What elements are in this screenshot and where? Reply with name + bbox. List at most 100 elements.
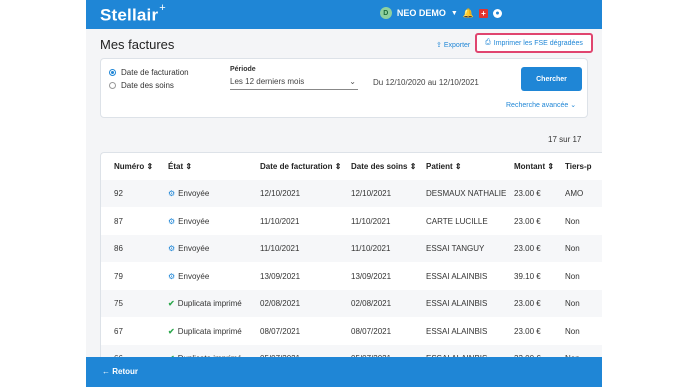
invoices-table: Numéro ⇕ État ⇕ Date de facturation ⇕ Da…: [100, 152, 602, 367]
app-window: Stellair+ D NEO DEMO ▼ 🔔 + ● Mes facture…: [86, 0, 602, 387]
medical-cross-icon[interactable]: +: [479, 8, 488, 18]
cell-care-date: 02/08/2021: [351, 299, 392, 308]
table-row[interactable]: 87 ⚙ Envoyée 11/10/2021 11/10/2021 CARTE LUCI…: [101, 208, 602, 235]
gears-icon: ⚙: [168, 271, 176, 281]
radio-button[interactable]: [109, 82, 116, 89]
cell-billing-date: 11/10/2021: [260, 216, 300, 226]
cell-patient: ESSAI ALAINBIS: [426, 326, 488, 336]
cell-third-party: Non: [565, 326, 580, 336]
date-range: Du 12/10/2020 au 12/10/2021: [373, 78, 479, 87]
advanced-search-label: Recherche avancée: [506, 102, 569, 109]
bottom-bar: ← Retour: [86, 357, 602, 387]
column-header-third-party[interactable]: Tiers-p: [565, 162, 592, 171]
period-select[interactable]: Les 12 derniers mois ⌄: [230, 77, 358, 90]
cell-billing-date: 02/08/2021: [260, 299, 301, 308]
cell-number: 92: [114, 189, 123, 198]
results-count: 17 sur 17: [548, 135, 582, 144]
table-header-row: Numéro ⇕ État ⇕ Date de facturation ⇕ Da…: [101, 153, 602, 180]
user-icon[interactable]: ●: [493, 8, 502, 18]
cell-amount: 23.00 €: [514, 189, 541, 198]
cell-patient: CARTE LUCILLE: [426, 216, 488, 226]
cell-third-party: Non: [565, 299, 580, 308]
bell-icon[interactable]: 🔔: [463, 8, 474, 19]
cell-billing-date: 12/10/2021: [260, 189, 301, 198]
cell-billing-date: 13/09/2021: [260, 271, 301, 281]
cell-status: ✔Duplicata imprimé: [168, 327, 242, 336]
arrow-left-icon: ←: [102, 367, 113, 376]
cell-number: 86: [114, 244, 123, 253]
chevron-down-icon: ⌄: [349, 77, 356, 86]
advanced-search-link[interactable]: Recherche avancée ⌄: [506, 101, 576, 109]
cell-third-party: AMO: [565, 189, 584, 198]
cell-billing-date: 11/10/2021: [260, 244, 300, 253]
cell-care-date: 12/10/2021: [351, 189, 392, 198]
cell-third-party: Non: [565, 244, 580, 253]
brand-name: Stellair: [100, 5, 159, 25]
gears-icon: ⚙: [168, 244, 176, 253]
cell-care-date: 08/07/2021: [351, 326, 392, 336]
period-value: Les 12 derniers mois: [230, 77, 305, 86]
cell-status: ⚙ Envoyée: [168, 244, 209, 253]
cell-status: ⚙ Envoyée: [168, 189, 209, 198]
status-label: Envoyée: [178, 271, 210, 281]
column-header-billing-date[interactable]: Date de facturation ⇕: [260, 162, 341, 171]
cell-number: 75: [114, 299, 123, 308]
period-label: Période: [230, 66, 256, 73]
cell-care-date: 13/09/2021: [351, 271, 392, 281]
page-title: Mes factures: [100, 37, 175, 52]
radio-billing-date[interactable]: Date de facturation: [109, 68, 189, 77]
cell-status: ✔Duplicata imprimé: [168, 299, 242, 308]
print-degraded-fse-button[interactable]: ⎙ Imprimer les FSE dégradées: [475, 33, 593, 53]
radio-care-date[interactable]: Date des soins: [109, 81, 174, 90]
chevron-down-icon: ⌄: [568, 102, 577, 109]
cell-amount: 39.10 €: [514, 271, 541, 281]
column-header-status[interactable]: État ⇕: [168, 162, 192, 171]
cell-status: ⚙ Envoyée: [168, 272, 209, 281]
back-button[interactable]: ← Retour: [102, 367, 138, 376]
account-area: D NEO DEMO ▼ 🔔 + ●: [379, 7, 502, 19]
cell-amount: 23.00 €: [514, 216, 541, 226]
column-header-amount[interactable]: Montant ⇕: [514, 162, 554, 171]
app-logo[interactable]: Stellair+: [100, 2, 166, 26]
cell-patient: ESSAI ALAINBIS: [426, 299, 488, 308]
status-label: Envoyée: [178, 216, 210, 226]
back-label: Retour: [112, 367, 139, 376]
table-row[interactable]: 75 ✔ Duplicata imprimé 02/08/2021 02/08/2021…: [101, 290, 602, 317]
column-header-patient[interactable]: Patient ⇕: [426, 162, 462, 171]
search-button[interactable]: Chercher: [521, 67, 582, 91]
cell-third-party: Non: [565, 216, 580, 226]
cell-amount: 23.00 €: [514, 299, 541, 308]
top-bar: Stellair+ D NEO DEMO ▼ 🔔 + ●: [86, 0, 602, 29]
account-avatar[interactable]: D: [379, 7, 392, 19]
printer-icon: ⎙: [485, 39, 491, 46]
chevron-down-icon[interactable]: ▼: [451, 10, 458, 17]
table-row[interactable]: 92 ⚙ Envoyée 12/10/2021 12/10/2021 DESMAUX NA…: [101, 180, 602, 207]
column-header-number[interactable]: Numéro ⇕: [114, 162, 153, 171]
radio-label: Date des soins: [121, 81, 174, 90]
gears-icon: ⚙: [168, 189, 176, 198]
cell-amount: 23.00 €: [514, 326, 541, 336]
cell-patient: ESSAI TANGUY: [426, 244, 485, 253]
radio-label: Date de facturation: [121, 68, 189, 77]
upload-icon: ⇪: [436, 42, 444, 49]
cell-number: 67: [114, 326, 123, 336]
cell-patient: ESSAI ALAINBIS: [426, 271, 488, 281]
export-button[interactable]: ⇪ Exporter: [436, 41, 470, 49]
brand-plus-icon: +: [159, 2, 166, 14]
cell-number: 87: [114, 216, 123, 226]
radio-button-selected[interactable]: [109, 69, 116, 76]
cell-amount: 23.00 €: [514, 244, 541, 253]
check-icon: ✔: [168, 299, 175, 308]
cell-number: 79: [114, 271, 123, 281]
filter-panel: Date de facturation Date des soins Pério…: [100, 58, 588, 118]
table-row[interactable]: 79 ⚙ Envoyée 13/09/2021 13/09/2021 ESSAI ALAI…: [101, 263, 602, 290]
cell-patient: DESMAUX NATHALIE: [426, 189, 507, 198]
status-label: Duplicata imprimé: [177, 326, 242, 336]
status-label: Duplicata imprimé: [177, 299, 242, 308]
column-header-care-date[interactable]: Date des soins ⇕: [351, 162, 416, 171]
status-label: Envoyée: [178, 244, 210, 253]
table-row[interactable]: 86 ⚙ Envoyée 11/10/2021 11/10/2021 ESSAI TANG…: [101, 235, 602, 262]
account-name[interactable]: NEO DEMO: [397, 8, 446, 18]
table-row[interactable]: 67 ✔ Duplicata imprimé 08/07/2021 08/07/2021…: [101, 318, 602, 345]
check-icon: ✔: [168, 326, 175, 336]
